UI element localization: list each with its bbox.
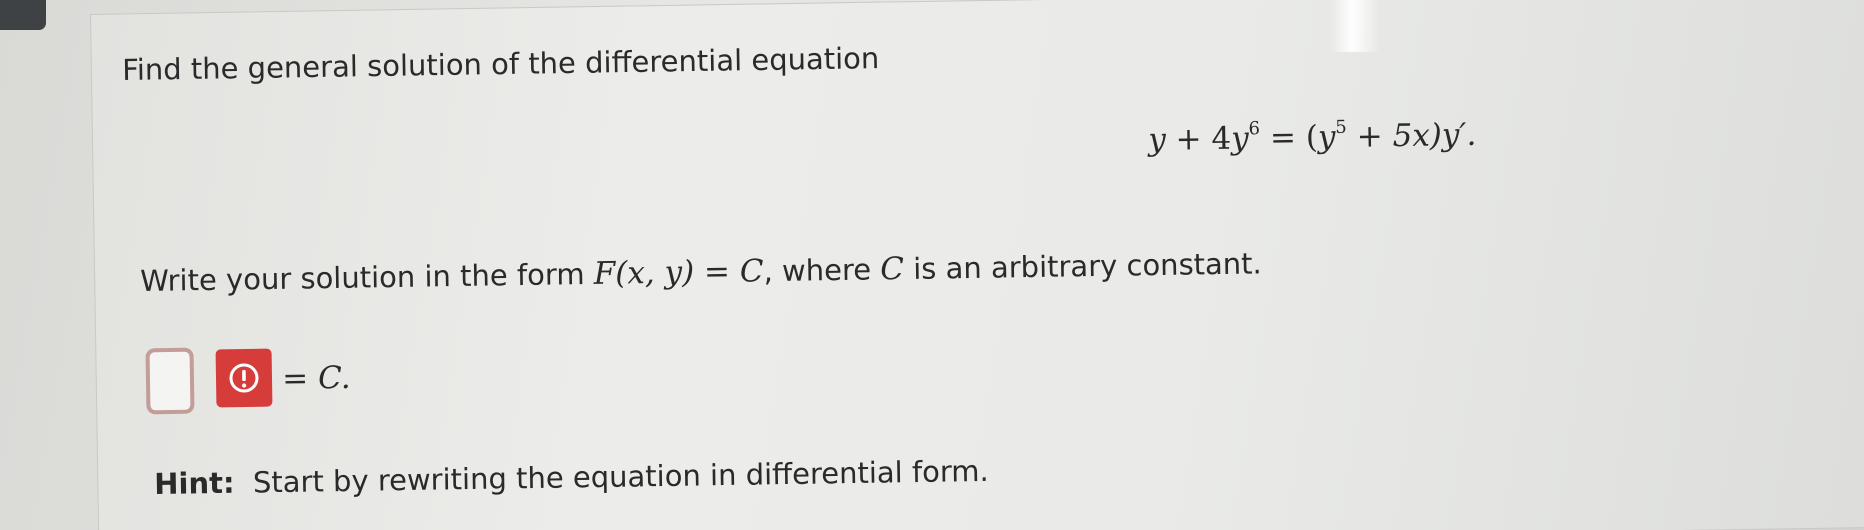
instruction-part1: Write your solution in the form bbox=[139, 256, 595, 298]
equation-lhs-plus: + 4 bbox=[1165, 120, 1232, 158]
instruction-constant-math: C bbox=[879, 251, 905, 288]
instruction-part2: , where bbox=[763, 252, 881, 289]
hint-label: Hint: bbox=[153, 465, 235, 501]
equation-lhs-y-power: y bbox=[1230, 120, 1249, 157]
instruction-form-math: F(x, y) = C bbox=[593, 253, 764, 292]
equation-rhs-exponent: 5 bbox=[1335, 116, 1347, 139]
equation-lhs-exponent: 6 bbox=[1248, 118, 1261, 140]
exclamation-circle-icon bbox=[229, 363, 259, 393]
window-corner-tab bbox=[0, 0, 46, 30]
instruction-part3: is an arbitrary constant. bbox=[903, 246, 1263, 286]
differential-equation: y + 4y6 = (y5 + 5x)y′. bbox=[1148, 116, 1477, 158]
error-badge[interactable] bbox=[215, 348, 273, 408]
equation-rhs-rest: + 5x)y′. bbox=[1346, 116, 1477, 155]
equation-equals: = ( bbox=[1259, 119, 1319, 157]
answer-input[interactable] bbox=[145, 347, 195, 415]
equation-lhs-y: y bbox=[1148, 121, 1167, 158]
screen-glare bbox=[1330, 0, 1380, 52]
equation-rhs-y: y bbox=[1317, 119, 1336, 156]
answer-suffix: = C. bbox=[281, 359, 351, 397]
